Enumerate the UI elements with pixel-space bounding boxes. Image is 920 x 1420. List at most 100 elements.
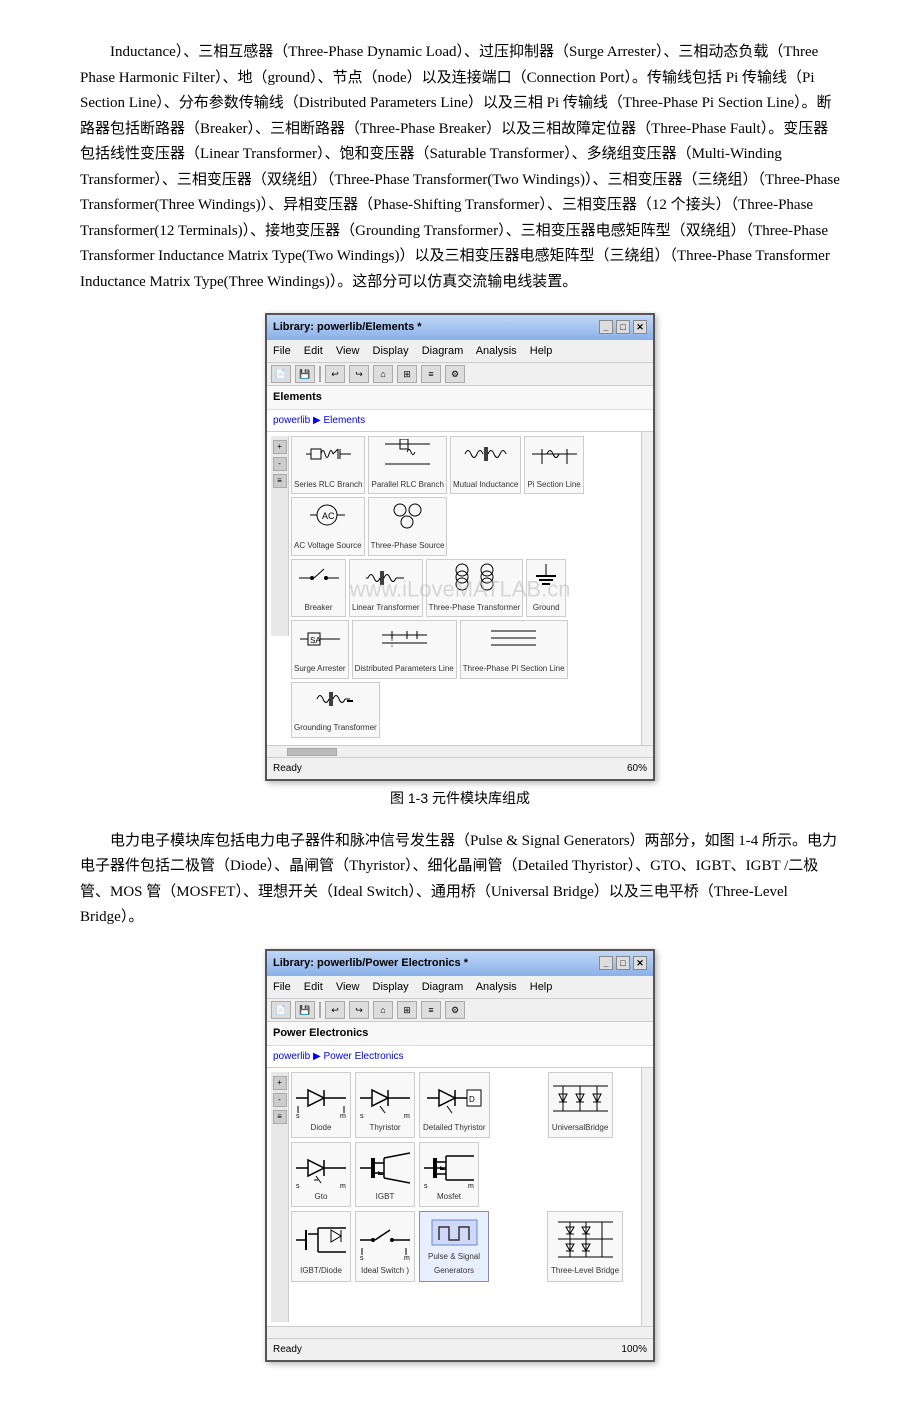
- panel-icon-3[interactable]: ≡: [273, 474, 287, 488]
- pe-diode[interactable]: s m Diode: [291, 1072, 351, 1139]
- scrollbar-right-2[interactable]: [641, 1068, 653, 1326]
- close-btn-2[interactable]: ✕: [633, 956, 647, 970]
- toolbar-icon-redo-2[interactable]: ↪: [349, 1001, 369, 1019]
- svg-text:s: s: [424, 1183, 428, 1188]
- simulink-window-1: Library: powerlib/Elements * _ □ ✕ File …: [265, 313, 655, 781]
- menu-edit-1[interactable]: Edit: [304, 345, 323, 357]
- comp-label-surge: Surge Arrester: [294, 662, 346, 676]
- pe-ideal-switch[interactable]: s m Ideal Switch ): [355, 1211, 415, 1281]
- toolbar-icon-save-2[interactable]: 💾: [295, 1001, 315, 1019]
- titlebar-buttons-2[interactable]: _ □ ✕: [599, 956, 647, 970]
- toolbar-icon-list[interactable]: ≡: [421, 365, 441, 383]
- toolbar-icon-new[interactable]: 📄: [271, 365, 291, 383]
- toolbar-icon-undo-2[interactable]: ↩: [325, 1001, 345, 1019]
- menu-diagram-2[interactable]: Diagram: [422, 981, 464, 993]
- grounding-t-symbol: [315, 685, 355, 721]
- figure-1-4: Library: powerlib/Power Electronics * _ …: [80, 949, 840, 1362]
- breadcrumb-2: powerlib ▶ Power Electronics: [267, 1046, 653, 1068]
- menu-help-2[interactable]: Help: [530, 981, 553, 993]
- panel-icon-2-3[interactable]: ≡: [273, 1110, 287, 1124]
- menu-analysis-2[interactable]: Analysis: [476, 981, 517, 993]
- scrollbar-right-1[interactable]: [641, 432, 653, 745]
- zoom-out-icon-2[interactable]: -: [273, 1093, 287, 1107]
- zoom-out-icon[interactable]: -: [273, 457, 287, 471]
- menu-view-1[interactable]: View: [336, 345, 360, 357]
- comp-ground[interactable]: Ground: [526, 559, 566, 617]
- menu-display-1[interactable]: Display: [373, 345, 409, 357]
- comp-distributed[interactable]: Distributed Parameters Line: [352, 620, 457, 678]
- pe-igbt-diode[interactable]: IGBT/Diode: [291, 1211, 351, 1281]
- close-btn-1[interactable]: ✕: [633, 320, 647, 334]
- pe-igbt[interactable]: IGBT: [355, 1142, 415, 1207]
- zoom-in-icon[interactable]: +: [273, 440, 287, 454]
- menu-help-1[interactable]: Help: [530, 345, 553, 357]
- menu-file-1[interactable]: File: [273, 345, 291, 357]
- minimize-btn-1[interactable]: _: [599, 320, 613, 334]
- toolbar-icon-list-2[interactable]: ≡: [421, 1001, 441, 1019]
- menu-file-2[interactable]: File: [273, 981, 291, 993]
- pe-empty-4: [493, 1211, 543, 1281]
- zoom-in-icon-2[interactable]: +: [273, 1076, 287, 1090]
- titlebar-2: Library: powerlib/Power Electronics * _ …: [267, 951, 653, 976]
- comp-surge[interactable]: SA Surge Arrester: [291, 620, 349, 678]
- pe-label-detailed-thyristor: Detailed Thyristor: [423, 1121, 486, 1135]
- comp-label-breaker: Breaker: [304, 601, 332, 615]
- svg-text:m: m: [404, 1255, 410, 1260]
- comp-breaker[interactable]: Breaker: [291, 559, 346, 617]
- pe-label-ideal-switch: Ideal Switch ): [361, 1264, 409, 1278]
- comp-3ph-pi[interactable]: Three-Phase Pi Section Line: [460, 620, 568, 678]
- menu-analysis-1[interactable]: Analysis: [476, 345, 517, 357]
- toolbar-icon-home[interactable]: ⌂: [373, 365, 393, 383]
- toolbar-icon-grid[interactable]: ⊞: [397, 365, 417, 383]
- maximize-btn-1[interactable]: □: [616, 320, 630, 334]
- pe-universal-bridge[interactable]: UniversalBridge: [548, 1072, 613, 1139]
- comp-transformer[interactable]: Linear Transformer: [349, 559, 423, 617]
- ideal-switch-symbol: s m: [360, 1215, 410, 1264]
- comp-pi-section[interactable]: Pi Section Line: [524, 436, 583, 494]
- pe-mosfet[interactable]: s m Mosfet: [419, 1142, 479, 1207]
- menu-diagram-1[interactable]: Diagram: [422, 345, 464, 357]
- comp-3ph-src[interactable]: Three-Phase Source: [368, 497, 448, 555]
- comp-label-distributed: Distributed Parameters Line: [355, 662, 454, 676]
- toolbar-icon-grid-2[interactable]: ⊞: [397, 1001, 417, 1019]
- pe-thyristor[interactable]: s m Thyristor: [355, 1072, 415, 1139]
- toolbar-icon-home-2[interactable]: ⌂: [373, 1001, 393, 1019]
- maximize-btn-2[interactable]: □: [616, 956, 630, 970]
- comp-src-v[interactable]: AC AC Voltage Source: [291, 497, 365, 555]
- menu-edit-2[interactable]: Edit: [304, 981, 323, 993]
- toolbar-icon-settings[interactable]: ⚙: [445, 365, 465, 383]
- pi-section-symbol: [532, 439, 577, 477]
- scrollbar-bottom-1[interactable]: [267, 745, 653, 757]
- comp-3ph-transformer[interactable]: Three-Phase Transformer: [426, 559, 524, 617]
- menu-display-2[interactable]: Display: [373, 981, 409, 993]
- svg-text:AC: AC: [322, 511, 335, 521]
- pe-pulse-signal[interactable]: Pulse & SignalGenerators: [419, 1211, 489, 1281]
- titlebar-buttons-1[interactable]: _ □ ✕: [599, 320, 647, 334]
- comp-series-rlc[interactable]: Series RLC Branch: [291, 436, 365, 494]
- toolbar-icon-save[interactable]: 💾: [295, 365, 315, 383]
- gto-symbol: s m: [296, 1146, 346, 1189]
- menu-view-2[interactable]: View: [336, 981, 360, 993]
- comp-parallel-rlc[interactable]: Parallel RLC Branch: [368, 436, 446, 494]
- three-level-bridge-symbol: [558, 1215, 613, 1264]
- minimize-btn-2[interactable]: _: [599, 956, 613, 970]
- scroll-thumb-bottom-1[interactable]: [287, 748, 337, 756]
- svg-text:m: m: [404, 1113, 410, 1118]
- scrollbar-bottom-2[interactable]: [267, 1326, 653, 1338]
- toolbar-icon-settings-2[interactable]: ⚙: [445, 1001, 465, 1019]
- comp-grounding-t[interactable]: Grounding Transformer: [291, 682, 380, 738]
- paragraph-1: Inductance）、三相互感器（Three-Phase Dynamic Lo…: [80, 40, 840, 295]
- pe-gto[interactable]: s m Gto: [291, 1142, 351, 1207]
- svg-text:m: m: [340, 1113, 346, 1118]
- comp-mutual-ind[interactable]: Mutual Inductance: [450, 436, 521, 494]
- toolbar-icon-undo[interactable]: ↩: [325, 365, 345, 383]
- pe-three-level-bridge[interactable]: Three-Level Bridge: [547, 1211, 623, 1281]
- pe-components-grid: s m Diode: [291, 1072, 649, 1282]
- src-v-symbol: AC: [310, 500, 345, 538]
- status-zoom-1: 60%: [627, 760, 647, 777]
- pe-label-pulse-signal: Pulse & SignalGenerators: [428, 1250, 480, 1277]
- pe-detailed-thyristor[interactable]: D Detailed Thyristor: [419, 1072, 490, 1139]
- toolbar-icon-new-2[interactable]: 📄: [271, 1001, 291, 1019]
- toolbar-icon-redo[interactable]: ↪: [349, 365, 369, 383]
- comp-label-parallel-rlc: Parallel RLC Branch: [371, 478, 443, 492]
